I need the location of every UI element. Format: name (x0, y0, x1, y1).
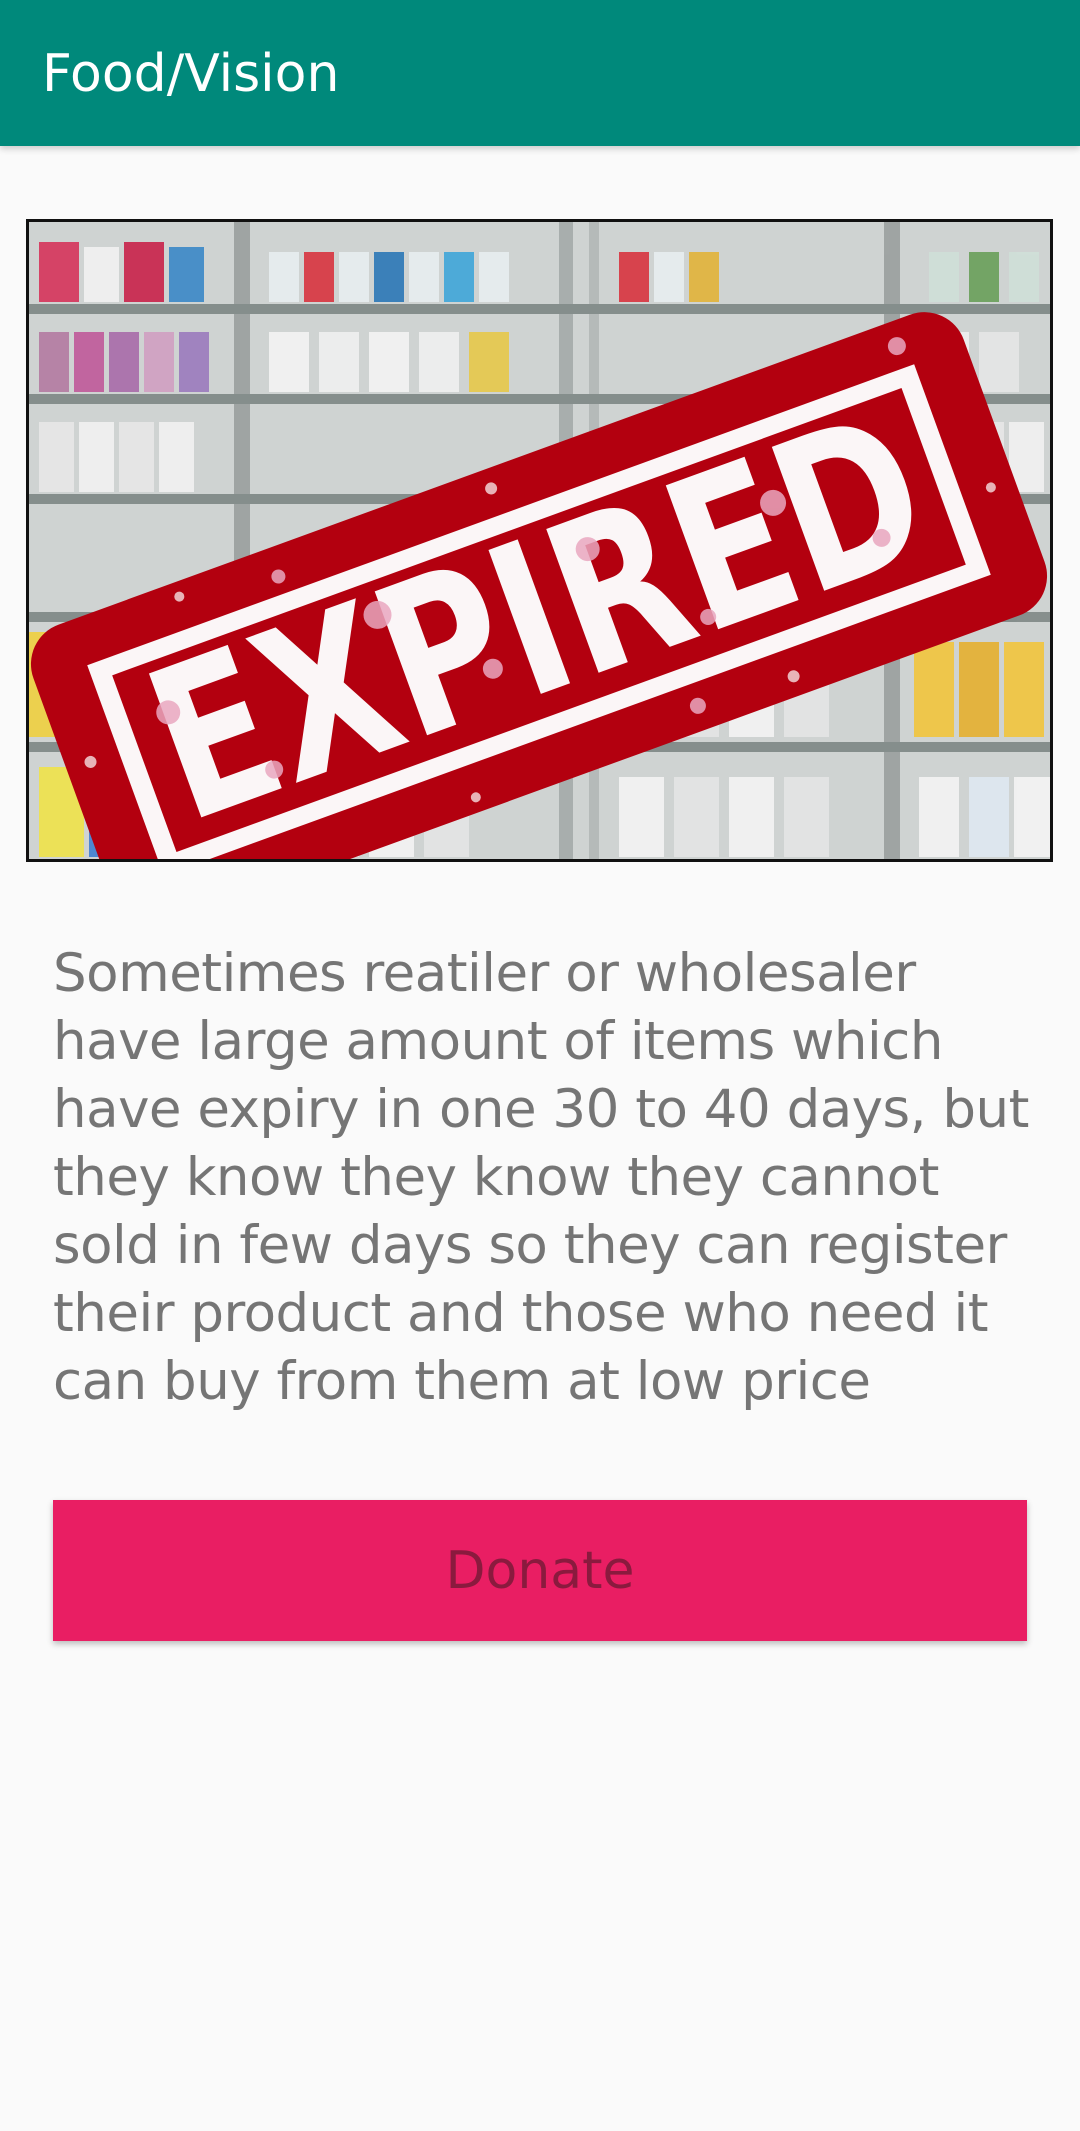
app-title: Food/Vision (42, 44, 340, 104)
donate-button-label: Donate (445, 1540, 635, 1601)
donate-button[interactable]: Donate (53, 1500, 1027, 1641)
app-bar: Food/Vision (0, 0, 1080, 146)
expired-stamp-illustration: EXPIRED (29, 222, 1050, 859)
description-text: Sometimes reatiler or wholesaler have la… (53, 943, 1029, 1412)
expired-banner-image: EXPIRED (26, 219, 1053, 862)
